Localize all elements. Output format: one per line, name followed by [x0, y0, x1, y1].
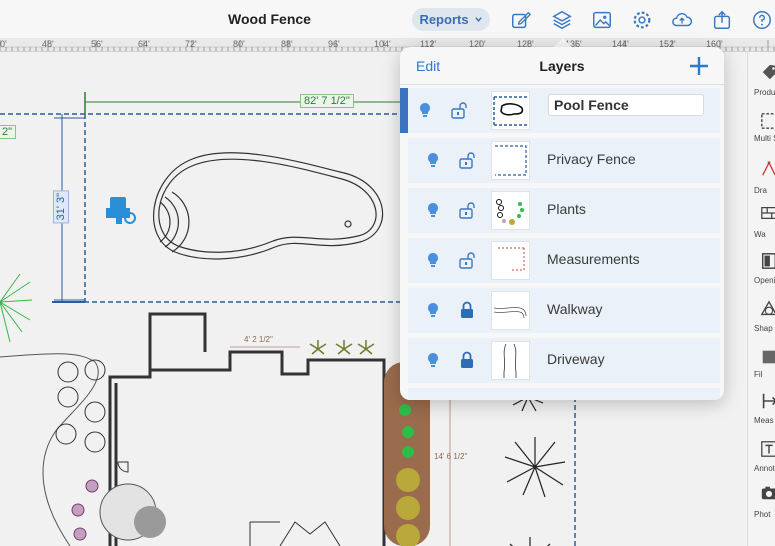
layer-name: Walkway	[547, 301, 603, 317]
tag-icon	[762, 64, 775, 80]
fill-icon	[762, 350, 775, 364]
large-tree	[99, 483, 166, 541]
tool-label: Phot	[754, 510, 771, 519]
layer-thumbnail	[491, 141, 530, 180]
wall-length-label: 4' 2 1/2"	[244, 335, 273, 344]
unlocked-icon[interactable]	[458, 201, 476, 219]
layer-row-measurements[interactable]: Measurements	[408, 238, 720, 283]
ruler-label: 96'	[328, 39, 340, 49]
photo-icon	[761, 486, 775, 500]
pool-outline	[153, 152, 384, 260]
ruler-label: 0'	[0, 39, 7, 49]
layer-name-input[interactable]	[548, 94, 704, 116]
tool-label: Meas	[754, 416, 774, 425]
flowers	[71, 479, 99, 541]
tool-label: Dra	[754, 186, 767, 195]
ruler-label: 56'	[91, 39, 103, 49]
tool-label: Annot	[754, 464, 775, 473]
lightbulb-icon[interactable]	[427, 352, 439, 368]
pool-pump	[106, 197, 136, 224]
locked-icon[interactable]	[458, 351, 476, 369]
layer-name: Privacy Fence	[547, 151, 636, 167]
add-layer-button[interactable]	[688, 55, 710, 77]
share-icon[interactable]	[711, 9, 733, 31]
unlocked-icon[interactable]	[450, 101, 468, 119]
multi-select-icon	[761, 113, 775, 129]
layer-thumbnail	[491, 191, 530, 230]
tool-strip: Produ Multi Sele Dra Wa Openi Shap Fil M…	[747, 52, 775, 546]
ruler-label: 80'	[233, 39, 245, 49]
ruler-label: 64'	[138, 39, 150, 49]
small-palms	[309, 340, 375, 355]
side-length-label: 14' 6 1/2"	[434, 452, 468, 461]
draw-icon	[762, 161, 775, 176]
layer-thumbnail	[491, 91, 530, 130]
opening-icon	[761, 253, 775, 269]
ruler-label: 72'	[185, 39, 197, 49]
layer-thumbnail	[491, 241, 530, 280]
ruler-label: 104'	[374, 39, 391, 49]
tool-label: Fil	[754, 370, 763, 379]
popover-title: Layers	[539, 58, 585, 74]
layer-name: Measurements	[547, 251, 640, 267]
tool-label: Produ	[754, 88, 775, 97]
wall-icon	[761, 206, 775, 220]
unlocked-icon[interactable]	[458, 251, 476, 269]
left-palm	[0, 273, 33, 343]
popover-header: Edit Layers	[400, 47, 724, 85]
tool-label: Shap	[754, 324, 773, 333]
measure-icon	[762, 393, 775, 409]
layer-row-privacy-fence[interactable]: Privacy Fence	[408, 138, 720, 183]
layer-row-pool-fence[interactable]	[400, 88, 720, 133]
ruler-label: 48'	[42, 39, 54, 49]
lightbulb-icon[interactable]	[419, 102, 431, 118]
reports-button[interactable]: Reports	[412, 8, 490, 31]
top-toolbar: Wood Fence Reports	[0, 0, 775, 38]
shrubs	[55, 359, 106, 453]
horizontal-measurement[interactable]: 82' 7 1/2"	[300, 94, 354, 108]
horizontal-measurement-partial[interactable]: 2"	[0, 125, 17, 139]
lightbulb-icon[interactable]	[427, 152, 439, 168]
locked-icon[interactable]	[458, 301, 476, 319]
layer-row-driveway[interactable]: Driveway	[408, 338, 720, 383]
document-title: Wood Fence	[228, 11, 311, 27]
spiky-palms	[504, 396, 566, 546]
tool-label: Openi	[754, 276, 775, 285]
shape-icon	[760, 300, 775, 316]
image-icon[interactable]	[591, 9, 613, 31]
cloud-upload-icon[interactable]	[671, 9, 693, 31]
tool-label: Wa	[754, 230, 766, 239]
help-icon[interactable]	[751, 9, 773, 31]
tool-label: Multi Sele	[754, 134, 775, 143]
reports-label: Reports	[419, 12, 469, 27]
layer-row-walkway[interactable]: Walkway	[408, 288, 720, 333]
gear-icon[interactable]	[631, 9, 653, 31]
layer-thumbnail	[491, 341, 530, 380]
chevron-down-icon	[474, 17, 482, 22]
layer-row-partial[interactable]	[408, 388, 720, 400]
layers-popover: Edit Layers Privacy Fence Plants	[400, 47, 724, 400]
lightbulb-icon[interactable]	[427, 302, 439, 318]
layer-thumbnail	[491, 291, 530, 330]
selection-indicator	[400, 88, 408, 133]
lightbulb-icon[interactable]	[427, 202, 439, 218]
layer-name: Plants	[547, 201, 586, 217]
plus-icon	[690, 57, 708, 75]
unlocked-icon[interactable]	[458, 151, 476, 169]
layer-name: Driveway	[547, 351, 605, 367]
vertical-measurement[interactable]: 31' 3"	[53, 190, 69, 224]
edit-icon[interactable]	[510, 9, 532, 31]
layer-row-plants[interactable]: Plants	[408, 188, 720, 233]
layers-icon[interactable]	[551, 9, 573, 31]
annotation-icon	[761, 441, 775, 457]
lightbulb-icon[interactable]	[427, 252, 439, 268]
ruler-label: 88'	[281, 39, 293, 49]
